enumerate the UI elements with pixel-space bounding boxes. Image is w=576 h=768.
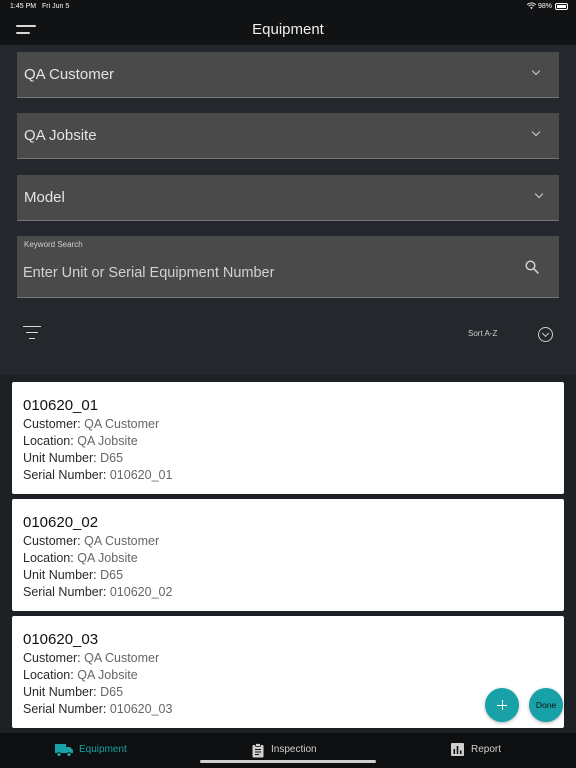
customer-label: Customer: xyxy=(23,651,81,665)
sort-chevron-icon[interactable] xyxy=(538,327,553,342)
search-input[interactable] xyxy=(23,263,503,283)
nav-bar: Equipment xyxy=(0,13,576,45)
equipment-name: 010620_02 xyxy=(23,514,99,531)
battery-icon xyxy=(555,3,568,10)
customer-value: QA Customer xyxy=(84,534,160,548)
unit-row: Unit Number: D65 xyxy=(23,451,123,465)
truck-icon xyxy=(55,744,73,757)
location-row: Location: QA Jobsite xyxy=(23,668,138,682)
wifi-icon xyxy=(527,2,536,10)
model-dropdown[interactable]: Model xyxy=(17,175,559,221)
location-value: QA Jobsite xyxy=(77,668,138,682)
serial-value: 010620_02 xyxy=(109,585,173,599)
equipment-name: 010620_03 xyxy=(23,631,99,648)
equipment-name: 010620_01 xyxy=(23,397,99,414)
customer-row: Customer: QA Customer xyxy=(23,534,159,548)
model-dropdown-value: Model xyxy=(24,189,65,206)
jobsite-dropdown[interactable]: QA Jobsite xyxy=(17,113,559,159)
filter-icon[interactable] xyxy=(23,326,42,340)
equipment-card[interactable]: 010620_02 Customer: QA Customer Location… xyxy=(12,499,564,611)
serial-value: 010620_03 xyxy=(109,702,173,716)
customer-dropdown[interactable]: QA Customer xyxy=(17,52,559,98)
status-date: Fri Jun 5 xyxy=(42,3,70,10)
serial-label: Serial Number: xyxy=(23,468,107,482)
tab-inspection-label: Inspection xyxy=(271,744,317,755)
unit-row: Unit Number: D65 xyxy=(23,568,123,582)
customer-label: Customer: xyxy=(23,417,81,431)
serial-label: Serial Number: xyxy=(23,702,107,716)
done-button-label: Done xyxy=(535,700,557,710)
unit-value: D65 xyxy=(100,568,124,582)
add-equipment-button[interactable] xyxy=(485,688,519,722)
tab-equipment[interactable]: Equipment xyxy=(52,733,152,768)
done-button[interactable]: Done xyxy=(529,688,563,722)
location-row: Location: QA Jobsite xyxy=(23,551,138,565)
chevron-down-icon xyxy=(534,189,544,199)
keyword-search: Keyword Search xyxy=(17,236,559,298)
keyword-search-label: Keyword Search xyxy=(24,240,83,249)
status-time: 1:45 PM xyxy=(10,3,37,10)
clipboard-icon xyxy=(252,743,264,758)
equipment-list: 010620_01 Customer: QA Customer Location… xyxy=(0,375,576,733)
location-label: Location: xyxy=(23,434,74,448)
unit-label: Unit Number: xyxy=(23,568,97,582)
unit-label: Unit Number: xyxy=(23,685,97,699)
equipment-card[interactable]: 010620_01 Customer: QA Customer Location… xyxy=(12,382,564,494)
tab-equipment-label: Equipment xyxy=(79,744,127,755)
bar-chart-icon xyxy=(451,743,464,756)
unit-value: D65 xyxy=(100,685,124,699)
customer-value: QA Customer xyxy=(84,417,160,431)
customer-dropdown-value: QA Customer xyxy=(24,66,115,83)
page-title: Equipment xyxy=(252,21,324,38)
unit-row: Unit Number: D65 xyxy=(23,685,123,699)
serial-value: 010620_01 xyxy=(109,468,173,482)
tab-report[interactable]: Report xyxy=(449,733,529,768)
unit-label: Unit Number: xyxy=(23,451,97,465)
home-indicator xyxy=(200,760,376,763)
customer-row: Customer: QA Customer xyxy=(23,651,159,665)
serial-row: Serial Number: 010620_03 xyxy=(23,702,172,716)
customer-row: Customer: QA Customer xyxy=(23,417,159,431)
location-value: QA Jobsite xyxy=(77,434,138,448)
customer-value: QA Customer xyxy=(84,651,160,665)
location-label: Location: xyxy=(23,668,74,682)
serial-row: Serial Number: 010620_02 xyxy=(23,585,172,599)
battery-percent: 98% xyxy=(537,3,552,10)
unit-value: D65 xyxy=(100,451,124,465)
customer-label: Customer: xyxy=(23,534,81,548)
jobsite-dropdown-value: QA Jobsite xyxy=(24,127,97,144)
chevron-down-icon xyxy=(531,66,541,76)
serial-label: Serial Number: xyxy=(23,585,107,599)
location-row: Location: QA Jobsite xyxy=(23,434,138,448)
location-value: QA Jobsite xyxy=(77,551,138,565)
search-icon[interactable] xyxy=(525,260,539,274)
equipment-card[interactable]: 010620_03 Customer: QA Customer Location… xyxy=(12,616,564,728)
status-bar: 1:45 PM Fri Jun 5 98% xyxy=(0,0,576,13)
chevron-down-icon xyxy=(531,127,541,137)
filter-panel: QA Customer QA Jobsite Model Keyword Sea… xyxy=(0,45,576,375)
location-label: Location: xyxy=(23,551,74,565)
serial-row: Serial Number: 010620_01 xyxy=(23,468,172,482)
tab-report-label: Report xyxy=(471,744,502,755)
sort-label[interactable]: Sort A-Z xyxy=(468,329,497,338)
